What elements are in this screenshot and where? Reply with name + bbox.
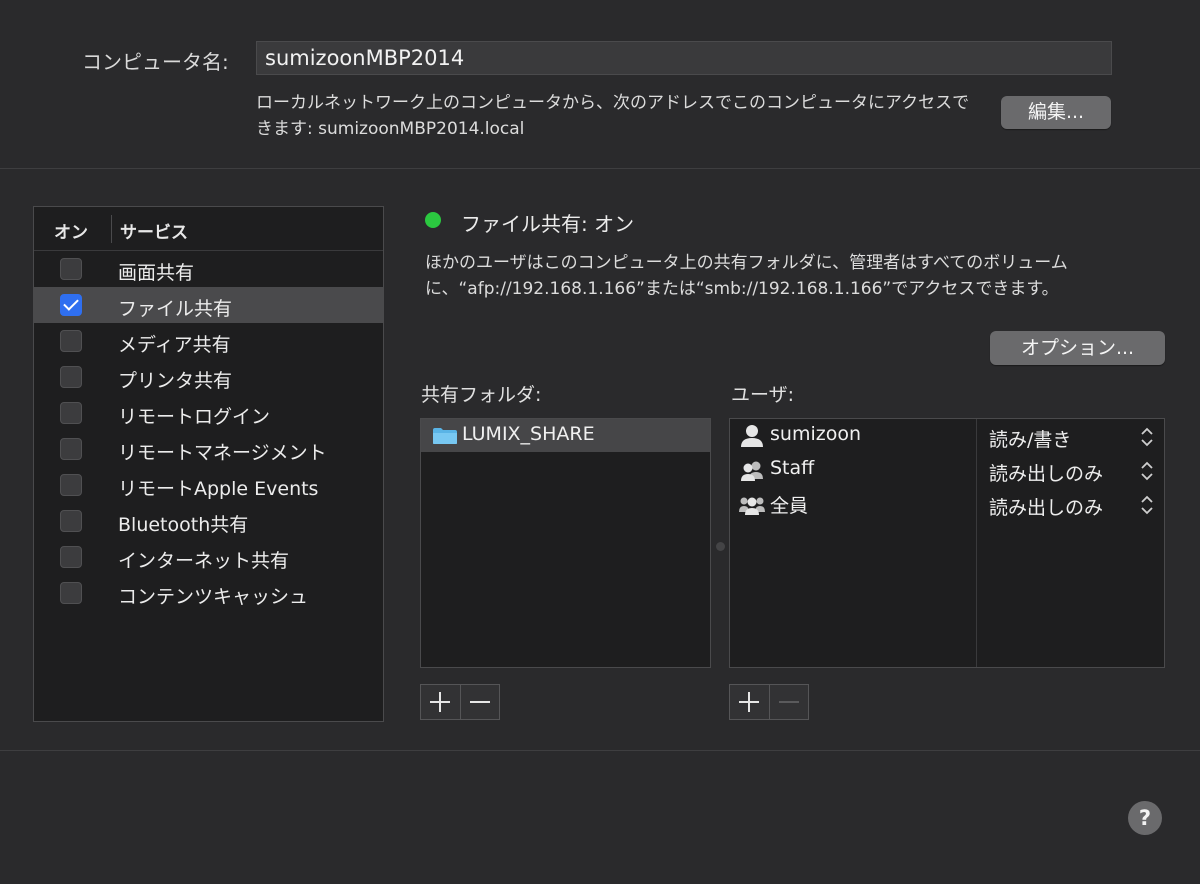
user-name: Staff [770,457,815,479]
service-row-media-sharing[interactable]: メディア共有 [34,323,383,359]
user-name: sumizoon [770,423,861,445]
shared-folder-row[interactable]: LUMIX_SHARE [421,419,710,452]
service-checkbox[interactable] [60,438,82,460]
service-checkbox[interactable] [60,294,82,316]
service-label: 画面共有 [118,262,195,284]
shared-folders-label: 共有フォルダ: [421,384,542,406]
shared-folders-list: LUMIX_SHARE [420,418,711,668]
status-indicator [425,212,441,228]
service-label: コンテンツキャッシュ [118,586,309,608]
service-checkbox[interactable] [60,582,82,604]
split-view-handle[interactable] [716,542,725,551]
status-title: ファイル共有: オン [461,212,635,236]
remove-folder-button[interactable] [459,685,500,719]
service-label: プリンタ共有 [118,370,233,392]
service-row-printer-sharing[interactable]: プリンタ共有 [34,359,383,395]
column-separator [111,215,112,243]
service-label: インターネット共有 [118,550,290,572]
service-row-internet-sharing[interactable]: インターネット共有 [34,539,383,575]
user-icon [741,425,763,447]
add-user-button[interactable] [730,685,769,719]
minus-icon [778,701,799,703]
user-row-staff[interactable]: Staff 読み出しのみ [730,453,1164,487]
services-list-header: オン サービス [34,207,383,251]
service-row-file-sharing[interactable]: ファイル共有 [34,287,383,323]
user-name: 全員 [770,495,809,517]
computer-name-field[interactable] [256,41,1112,75]
service-label: リモートログイン [118,406,271,428]
group-icon [741,461,763,481]
bottom-divider [0,750,1200,751]
shared-folder-name: LUMIX_SHARE [462,423,595,445]
edit-button[interactable]: 編集... [1001,96,1111,129]
user-row-everyone[interactable]: 全員 読み出しのみ [730,487,1164,521]
service-checkbox[interactable] [60,474,82,496]
service-label: ファイル共有 [118,298,233,320]
chevron-up-down-icon[interactable] [1140,460,1154,482]
service-checkbox[interactable] [60,402,82,424]
local-address-description: ローカルネットワーク上のコンピュータから、次のアドレスでこのコンピュータにアクセ… [256,93,970,139]
permission-select[interactable]: 読み/書き [989,425,1071,452]
remove-user-button[interactable] [768,685,809,719]
shared-folders-add-remove [420,684,500,720]
folder-icon [433,428,457,444]
users-list: sumizoon 読み/書き Staff 読み出しのみ 全員 読み出しのみ [729,418,1165,668]
add-folder-button[interactable] [421,685,460,719]
column-header-on[interactable]: オン [54,218,88,243]
service-row-remote-login[interactable]: リモートログイン [34,395,383,431]
services-list: オン サービス 画面共有 ファイル共有 メディア共有 プリンタ共有 リモートログ… [33,206,384,722]
service-checkbox[interactable] [60,510,82,532]
permission-select[interactable]: 読み出しのみ [989,459,1103,486]
service-row-remote-apple-events[interactable]: リモートApple Events [34,467,383,503]
top-divider [0,168,1200,169]
users-label: ユーザ: [731,384,795,406]
help-button[interactable]: ? [1128,801,1162,835]
service-label: リモートApple Events [118,478,319,500]
computer-name-label: コンピュータ名: [82,50,229,74]
service-checkbox[interactable] [60,366,82,388]
plus-icon-stem [439,692,441,712]
permission-select[interactable]: 読み出しのみ [989,493,1103,520]
service-label: リモートマネージメント [118,442,327,464]
minus-icon [469,701,490,703]
options-button[interactable]: オプション... [990,331,1165,365]
user-row-sumizoon[interactable]: sumizoon 読み/書き [730,419,1164,453]
service-checkbox[interactable] [60,258,82,280]
everyone-icon [739,497,765,515]
service-row-remote-management[interactable]: リモートマネージメント [34,431,383,467]
service-label: メディア共有 [118,334,231,356]
service-row-content-caching[interactable]: コンテンツキャッシュ [34,575,383,611]
service-label: Bluetooth共有 [118,514,249,536]
service-row-bluetooth-sharing[interactable]: Bluetooth共有 [34,503,383,539]
plus-icon-stem [748,692,750,712]
service-checkbox[interactable] [60,546,82,568]
column-header-service[interactable]: サービス [120,218,188,243]
service-checkbox[interactable] [60,330,82,352]
service-row-screen-sharing[interactable]: 画面共有 [34,251,383,287]
chevron-up-down-icon[interactable] [1140,494,1154,516]
status-description: ほかのユーザはこのコンピュータ上の共有フォルダに、管理者はすべてのボリュームに、… [425,253,1068,299]
users-add-remove [729,684,809,720]
chevron-up-down-icon[interactable] [1140,426,1154,448]
